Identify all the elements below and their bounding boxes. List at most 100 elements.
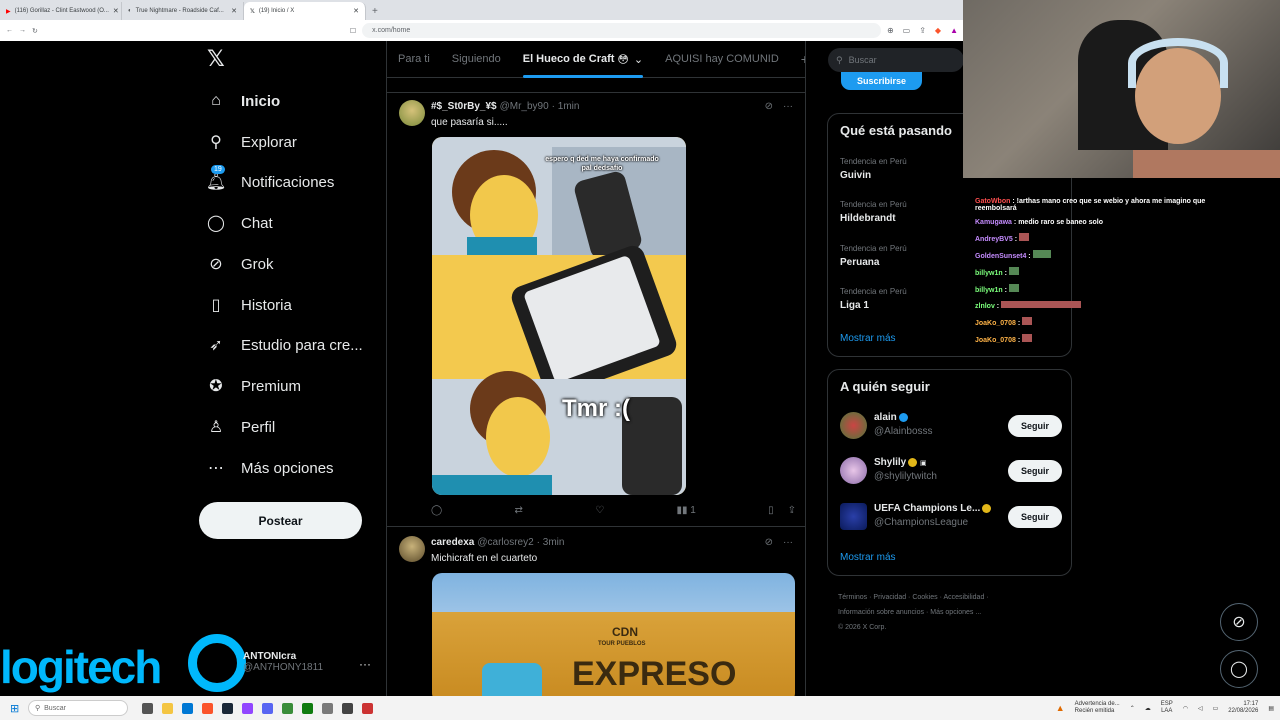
nav-item-explorar[interactable]: ⚲ Explorar (205, 129, 297, 155)
nav-item-historia[interactable]: ▯ Historia (205, 292, 292, 318)
bookmark-icon[interactable]: ☐ (350, 27, 356, 35)
chevron-up-icon[interactable]: ⌃ (1130, 705, 1135, 712)
battery-icon[interactable]: ▭ (1213, 705, 1219, 712)
nav-item-perfil[interactable]: ♙ Perfil (205, 414, 275, 440)
trend-name[interactable]: Guivin (840, 170, 871, 181)
close-icon[interactable]: ✕ (231, 7, 237, 15)
views-button[interactable]: ▮▮ 1 (677, 505, 696, 516)
windows-start-icon[interactable]: ⊞ (10, 702, 19, 715)
obs-icon[interactable] (342, 702, 353, 714)
app-icon[interactable] (322, 702, 333, 714)
show-more-link[interactable]: Mostrar más (840, 333, 896, 344)
footer-link[interactable]: Cookies (912, 594, 937, 601)
taskbar-search[interactable]: ⚲ Buscar (28, 700, 128, 716)
share-icon[interactable]: ⇪ (919, 26, 926, 35)
cast-icon[interactable]: ▭ (903, 26, 911, 35)
reply-icon[interactable]: ◯ (431, 505, 442, 516)
subscribe-button[interactable]: Suscribirse (841, 72, 922, 90)
follow-suggestion[interactable]: UEFA Champions Le... @ChampionsLeague Se… (840, 503, 1062, 533)
grok-icon[interactable]: ⊘ (765, 537, 773, 548)
tweet[interactable]: #$_St0rBy_¥$ @Mr_by90 · 1min ⊘ ··· que p… (387, 92, 805, 527)
tweet-time[interactable]: · 1min (552, 101, 580, 112)
tweet-author-handle[interactable]: @carlosrey2 (477, 537, 533, 548)
minecraft-icon[interactable] (282, 702, 293, 714)
follow-suggestion[interactable]: alain @Alainbosss Seguir (840, 412, 1062, 442)
avatar[interactable] (840, 412, 867, 439)
edge-icon[interactable] (182, 702, 193, 714)
post-button[interactable]: Postear (199, 502, 362, 539)
browser-tab[interactable]: ◐ True Nightmare - Roadside Caf... ✕ (122, 2, 244, 20)
tweet-image-meme[interactable]: espero q ded me haya confirmado pal deds… (432, 137, 686, 495)
trend-name[interactable]: Hildebrandt (840, 213, 896, 224)
tab-para-ti[interactable]: Para ti (387, 41, 441, 78)
follow-suggestion[interactable]: Shylily ▣ @shylilytwitch Seguir (840, 457, 1062, 487)
new-tab-button[interactable]: + (366, 2, 384, 20)
tab-siguiendo[interactable]: Siguiendo (441, 41, 512, 78)
footer-link[interactable]: Más opciones ... (930, 609, 981, 616)
tweet-time[interactable]: · 3min (537, 537, 565, 548)
footer-link[interactable]: Información sobre anuncios (838, 609, 924, 616)
grok-icon[interactable]: ⊘ (765, 101, 773, 112)
notification-center-icon[interactable]: ▤ (1268, 705, 1274, 712)
grok-fab[interactable]: ⊘ (1220, 603, 1258, 641)
footer-link[interactable]: Privacidad (873, 594, 906, 601)
discord-icon[interactable] (262, 702, 273, 714)
warning-icon[interactable]: ▲ (1056, 703, 1065, 713)
avatar[interactable] (399, 100, 425, 126)
tab-hueco-de-craft[interactable]: El Hueco de Craft 😳 ⌄ (512, 41, 654, 78)
wifi-icon[interactable]: ◠ (1183, 705, 1188, 712)
steam-icon[interactable] (222, 702, 233, 714)
retweet-icon[interactable]: ⇄ (515, 505, 523, 516)
nav-item-mas-opciones[interactable]: ⋯ Más opciones (205, 455, 334, 481)
address-bar[interactable]: x.com/home (362, 23, 881, 38)
app-icon[interactable] (362, 702, 373, 714)
language-indicator[interactable]: ESP LAA (1161, 701, 1173, 715)
show-more-link[interactable]: Mostrar más (840, 552, 896, 563)
follow-button[interactable]: Seguir (1008, 415, 1062, 437)
clock[interactable]: 17:17 22/08/2026 (1228, 701, 1258, 715)
forward-icon[interactable]: → (19, 27, 26, 34)
tweet-author-handle[interactable]: @Mr_by90 (500, 101, 549, 112)
nav-item-notificaciones[interactable]: 🔔︎ 19 Notificaciones (205, 165, 334, 195)
tray-warning[interactable]: Advertencia de... Recién emitida (1075, 701, 1120, 715)
close-icon[interactable]: ✕ (353, 7, 359, 15)
more-icon[interactable]: ··· (783, 537, 793, 548)
account-switcher[interactable]: ANTONIcra @AN7HONY1811 (243, 651, 323, 673)
messages-fab[interactable]: ◯ (1220, 650, 1258, 688)
avatar[interactable] (840, 503, 867, 530)
tab-aquisi[interactable]: AQUISI hay COMUNID (654, 41, 790, 78)
back-icon[interactable]: ← (6, 27, 13, 34)
cloud-icon[interactable]: ☁ (1145, 705, 1151, 712)
like-icon[interactable]: ♡ (595, 505, 604, 516)
close-icon[interactable]: ✕ (113, 7, 119, 15)
brave-icon[interactable] (202, 702, 213, 714)
twitch-icon[interactable] (242, 702, 253, 714)
tweet[interactable]: caredexa @carlosrey2 · 3min ⊘ ··· Michic… (387, 528, 805, 696)
trend-name[interactable]: Peruana (840, 257, 879, 268)
reload-icon[interactable]: ↻ (32, 27, 38, 35)
trend-name[interactable]: Liga 1 (840, 300, 869, 311)
tweet-author-name[interactable]: caredexa (431, 537, 474, 548)
more-icon[interactable]: ··· (783, 101, 793, 112)
task-view-icon[interactable] (142, 702, 153, 714)
nav-item-premium[interactable]: ✪ Premium (205, 373, 301, 399)
avatar[interactable] (840, 457, 867, 484)
tweet-image-bus[interactable]: CDN TOUR PUEBLOS EXPRESO (432, 573, 795, 696)
tweet-author-name[interactable]: #$_St0rBy_¥$ (431, 101, 497, 112)
excel-icon[interactable] (302, 702, 313, 714)
share-icon[interactable]: ⇪ (788, 505, 796, 516)
footer-link[interactable]: Accesibilidad (943, 594, 984, 601)
x-logo-icon[interactable]: 𝕏 (207, 48, 229, 70)
nav-item-estudio[interactable]: ➶ Estudio para cre... (205, 332, 362, 358)
avatar[interactable] (399, 536, 425, 562)
zoom-icon[interactable]: ⊕ (887, 26, 894, 35)
search-input[interactable]: ⚲ Buscar (828, 48, 964, 72)
file-explorer-icon[interactable] (162, 702, 173, 714)
rewards-icon[interactable]: ▲ (950, 26, 958, 35)
volume-icon[interactable]: ◁ (1198, 705, 1203, 712)
more-icon[interactable]: ··· (359, 657, 371, 671)
footer-link[interactable]: Términos (838, 594, 867, 601)
nav-item-grok[interactable]: ⊘ Grok (205, 251, 273, 277)
follow-button[interactable]: Seguir (1008, 460, 1062, 482)
bookmark-icon[interactable]: ▯ (768, 505, 774, 516)
